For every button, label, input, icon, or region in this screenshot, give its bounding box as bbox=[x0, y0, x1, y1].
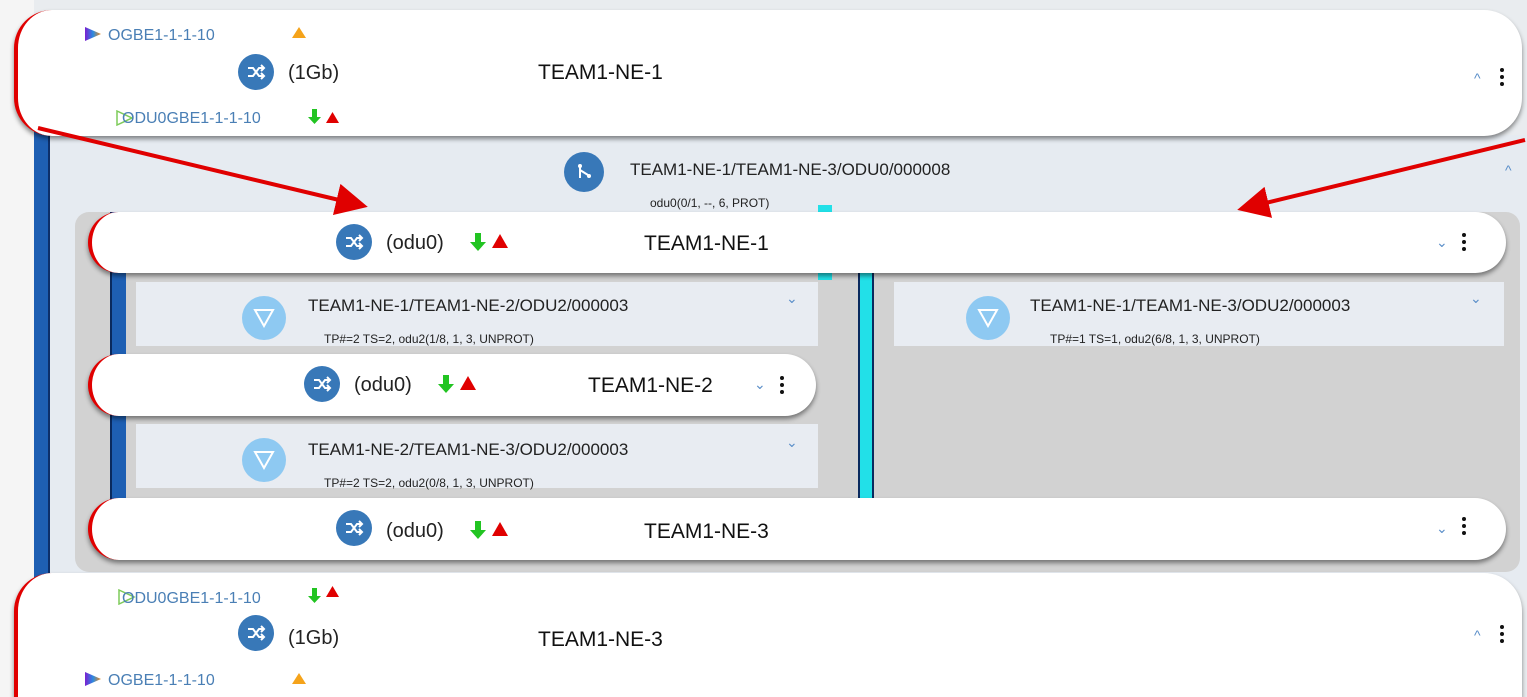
annotation-arrow-left bbox=[37, 126, 368, 215]
annotation-arrows bbox=[37, 126, 1526, 218]
annotation-arrow-right bbox=[1237, 138, 1526, 218]
